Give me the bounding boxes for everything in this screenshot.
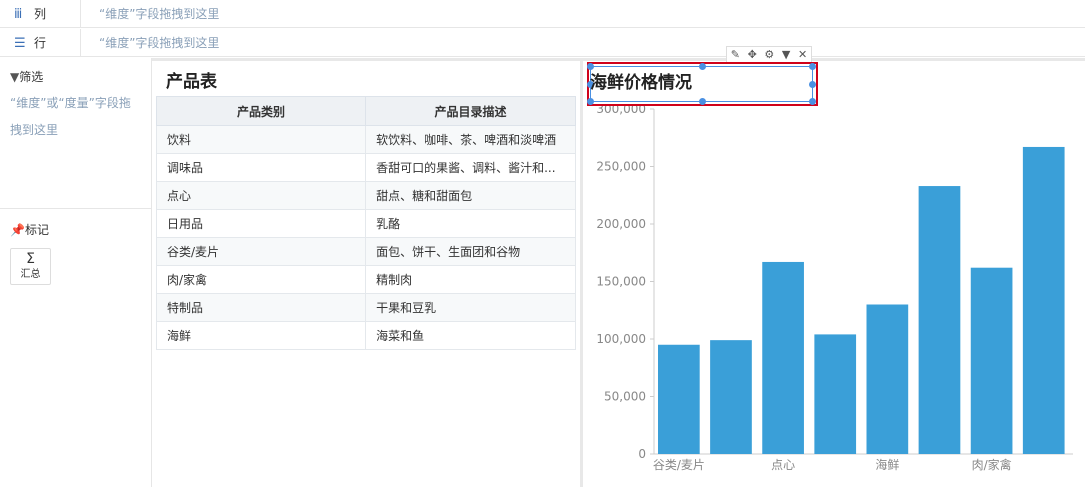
- table-row: 肉/家禽 精制肉: [155, 265, 576, 294]
- description-cell: 甜点、糖和甜面包: [365, 181, 576, 210]
- settings-icon[interactable]: ⚙: [764, 47, 774, 63]
- bar: [918, 186, 961, 455]
- category-cell: 调味品: [155, 153, 367, 182]
- columns-icon: ⅲ: [14, 7, 23, 22]
- y-tick-label: 0: [638, 447, 646, 461]
- resize-handle[interactable]: [809, 81, 816, 88]
- x-tick-label: 点心: [771, 458, 795, 472]
- bar: [762, 261, 804, 454]
- column-shelf-header: ⅲ列: [0, 0, 81, 28]
- y-tick-label: 150,000: [596, 275, 646, 289]
- category-cell: 饮料: [155, 125, 367, 154]
- summary-label: 汇总: [20, 269, 41, 280]
- column-shelf: ⅲ列 “维度”字段拖拽到这里: [0, 0, 1085, 28]
- table-row: 特制品 干果和豆乳: [155, 293, 576, 322]
- column-shelf-label: 列: [34, 7, 47, 21]
- description-cell: 海菜和鱼: [365, 321, 576, 350]
- move-icon[interactable]: ✥: [748, 47, 757, 63]
- resize-handle[interactable]: [699, 63, 706, 70]
- description-cell: 干果和豆乳: [365, 293, 576, 322]
- dropdown-icon[interactable]: ▼: [782, 47, 790, 63]
- table-row: 谷类/麦片 面包、饼干、生面团和谷物: [155, 237, 576, 266]
- rows-icon: ☰: [14, 36, 26, 51]
- bar: [658, 344, 700, 454]
- description-cell: 乳酪: [365, 209, 576, 238]
- pin-icon: 📌: [10, 223, 25, 237]
- resize-handle[interactable]: [809, 63, 816, 70]
- description-cell: 精制肉: [365, 265, 576, 294]
- row-drop-zone[interactable]: “维度”字段拖拽到这里: [99, 29, 219, 57]
- table-row: 点心 甜点、糖和甜面包: [155, 181, 576, 210]
- bar: [866, 304, 909, 454]
- x-tick-label: 海鲜: [875, 457, 899, 472]
- filter-icon: ▼: [10, 70, 20, 84]
- description-cell: 软饮料、咖啡、茶、啤酒和淡啤酒: [365, 125, 576, 154]
- left-panel: ▼筛选 “维度”或“度量”字段拖拽到这里 📌标记 Σ 汇总: [0, 58, 152, 487]
- row-shelf-label: 行: [34, 36, 47, 50]
- category-cell: 海鲜: [155, 321, 367, 350]
- marks-label: 标记: [24, 223, 49, 237]
- x-tick-label: 谷类/麦片: [653, 458, 705, 472]
- bar: [710, 340, 752, 454]
- left-divider: [0, 208, 152, 209]
- table-header-description[interactable]: 产品目录描述: [365, 96, 576, 126]
- row-shelf-header: ☰ 行: [0, 29, 81, 57]
- y-tick-label: 50,000: [604, 390, 646, 404]
- filter-drop-zone[interactable]: “维度”或“度量”字段拖拽到这里: [10, 90, 140, 144]
- y-tick-label: 100,000: [596, 332, 646, 346]
- resize-handle[interactable]: [699, 98, 706, 105]
- marks-section-title: 📌标记: [10, 221, 49, 238]
- edit-icon[interactable]: ✎: [731, 47, 740, 63]
- category-cell: 点心: [155, 181, 367, 210]
- table-title: 产品表: [166, 72, 217, 92]
- bar: [1022, 146, 1065, 454]
- filter-section-title: ▼筛选: [10, 68, 43, 85]
- y-tick-label: 250,000: [596, 160, 646, 174]
- column-drop-zone[interactable]: “维度”字段拖拽到这里: [99, 0, 219, 28]
- table-row: 海鲜 海菜和鱼: [155, 321, 576, 350]
- chart-title[interactable]: 海鲜价格情况: [590, 68, 692, 93]
- bar-chart: 050,000100,000150,000200,000250,000300,0…: [596, 102, 1073, 472]
- category-cell: 谷类/麦片: [155, 237, 367, 266]
- resize-handle[interactable]: [587, 98, 594, 105]
- bar: [814, 334, 857, 454]
- summary-button[interactable]: Σ 汇总: [10, 248, 51, 285]
- description-cell: 香甜可口的果酱、调料、酱汁和...: [365, 153, 576, 182]
- top-divider: [152, 58, 1085, 61]
- category-cell: 肉/家禽: [155, 265, 367, 294]
- y-tick-label: 200,000: [596, 217, 646, 231]
- row-shelf: ☰ 行 “维度”字段拖拽到这里: [0, 29, 1085, 57]
- close-icon[interactable]: ✕: [798, 47, 807, 63]
- table-row: 饮料 软饮料、咖啡、茶、啤酒和淡啤酒: [155, 125, 576, 154]
- category-cell: 特制品: [155, 293, 367, 322]
- sigma-icon: Σ: [26, 251, 35, 267]
- resize-handle[interactable]: [809, 98, 816, 105]
- product-table: 产品类别 产品目录描述 饮料 软饮料、咖啡、茶、啤酒和淡啤酒 调味品 香甜可口的果酱…: [155, 96, 576, 350]
- bar: [970, 267, 1013, 454]
- table-row: 调味品 香甜可口的果酱、调料、酱汁和...: [155, 153, 576, 182]
- table-header-category[interactable]: 产品类别: [155, 96, 367, 126]
- description-cell: 面包、饼干、生面团和谷物: [365, 237, 576, 266]
- table-row: 日用品 乳酪: [155, 209, 576, 238]
- x-tick-label: 肉/家禽: [972, 457, 1012, 472]
- filter-label: 筛选: [19, 70, 44, 84]
- category-cell: 日用品: [155, 209, 367, 238]
